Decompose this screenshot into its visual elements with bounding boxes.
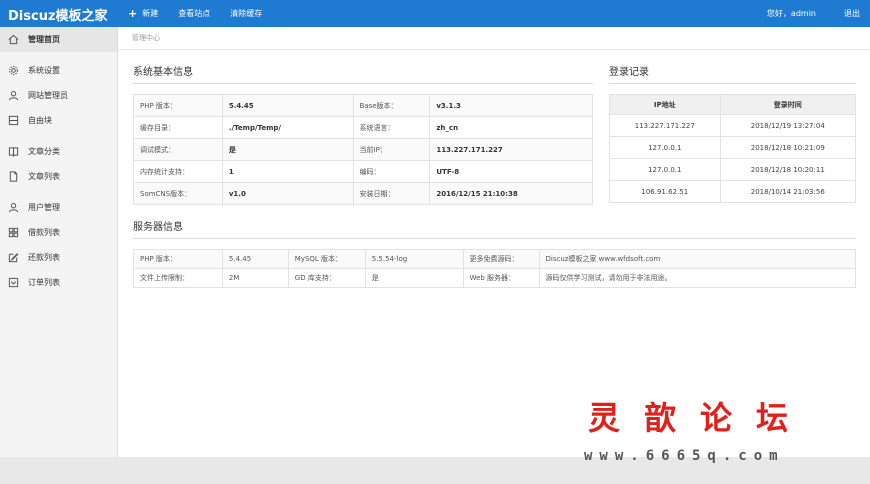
new-label: 新建 [142,9,159,18]
greeting: 您好，admin [766,9,816,18]
sidebar-item-label: 还款列表 [28,253,60,262]
grid-icon [8,227,19,238]
sidebar-item-home[interactable]: 管理首页 [0,27,117,52]
breadcrumb[interactable]: 管理中心 [132,33,160,43]
home-icon [8,34,19,45]
sidebar-item-label: 自由块 [28,116,52,125]
table-row: 106.91.62.51 2018/10/14 21:03:56 [609,180,857,203]
source-link[interactable]: Discuz模板之家 www.wfdsoft.com [538,249,857,269]
watermark-title: 灵歆论坛 [588,399,813,437]
watermark-url: www.6665q.com [584,448,785,464]
user-area: 您好，admin 退出 [767,0,860,27]
clear-cache-button[interactable]: 清除缓存 [230,8,262,19]
logo[interactable]: Discuz模板之家 [8,5,108,24]
top-nav: + 新建 查看站点 清除缓存 [128,0,282,27]
sidebar-item-label: 借款列表 [28,228,60,237]
sidebar-item-label: 网站管理员 [28,91,68,100]
server-info-table: PHP 版本： 5.4.45 MySQL 版本： 5.5.54-log 更多免费… [133,249,857,288]
sidebar-item-label: 订单列表 [28,278,60,287]
table-row: PHP 版本： 5.4.45 MySQL 版本： 5.5.54-log 更多免费… [133,249,857,269]
sidebar-item-label: 系统设置 [28,66,60,75]
logout-link[interactable]: 退出 [844,8,860,19]
sidebar-item-admins[interactable]: 网站管理员 [0,83,117,108]
system-info-title: 系统基本信息 [133,67,193,78]
edit-icon [8,252,19,263]
table-row: PHP 版本： 5.4.45 Base版本： v3.1.3 [133,94,593,117]
sidebar-item-users[interactable]: 用户管理 [0,195,117,220]
table-row: 缓存目录： ./Temp/Temp/ 系统语言： zh_cn [133,116,593,139]
table-header: IP地址 登录时间 [609,94,857,115]
sidebar-item-loans[interactable]: 借款列表 [0,220,117,245]
table-row: 调试模式： 是 当前IP： 113.227.171.227 [133,138,593,161]
book-icon [8,146,19,157]
plus-icon: + [128,7,138,20]
server-info-title: 服务器信息 [133,222,183,233]
login-records-table: IP地址 登录时间 113.227.171.227 2018/12/19 13:… [609,94,857,203]
table-row: 127.0.0.1 2018/12/18 10:21:09 [609,136,857,159]
new-button[interactable]: + 新建 [128,8,158,19]
sidebar-item-label: 文章列表 [28,172,60,181]
file-icon [8,171,19,182]
sidebar-item-orders[interactable]: 订单列表 [0,270,117,295]
system-info-table: PHP 版本： 5.4.45 Base版本： v3.1.3 缓存目录： ./Te… [133,94,593,205]
table-row: SomCNS版本： v1.0 安装日期： 2016/12/15 21:10:38 [133,182,593,205]
box-icon [8,277,19,288]
block-icon [8,115,19,126]
gear-icon [8,65,19,76]
user-icon [8,90,19,101]
table-row: 127.0.0.1 2018/12/18 10:20:11 [609,158,857,181]
sidebar: 管理首页 系统设置 网站管理员 自由块 文章分类 文章列表 用户管理 借款列表 … [0,27,118,457]
table-row: 113.227.171.227 2018/12/19 13:27:04 [609,114,857,137]
sidebar-item-article-categories[interactable]: 文章分类 [0,139,117,164]
sidebar-item-settings[interactable]: 系统设置 [0,58,117,83]
user-icon [8,202,19,213]
sidebar-item-repayments[interactable]: 还款列表 [0,245,117,270]
login-records-title: 登录记录 [609,67,649,78]
top-bar: Discuz模板之家 + 新建 查看站点 清除缓存 您好，admin 退出 [0,0,870,27]
sidebar-item-article-list[interactable]: 文章列表 [0,164,117,189]
sidebar-item-label: 管理首页 [28,35,60,44]
sidebar-item-blocks[interactable]: 自由块 [0,108,117,133]
sidebar-item-label: 文章分类 [28,147,60,156]
table-row: 文件上传限制： 2M GD 库支持： 是 Web 服务器： 源码仅供学习测试，请… [133,268,857,288]
view-site-link[interactable]: 查看站点 [178,8,210,19]
table-row: 内存统计支持： 1 编码： UTF-8 [133,160,593,183]
sidebar-item-label: 用户管理 [28,203,60,212]
